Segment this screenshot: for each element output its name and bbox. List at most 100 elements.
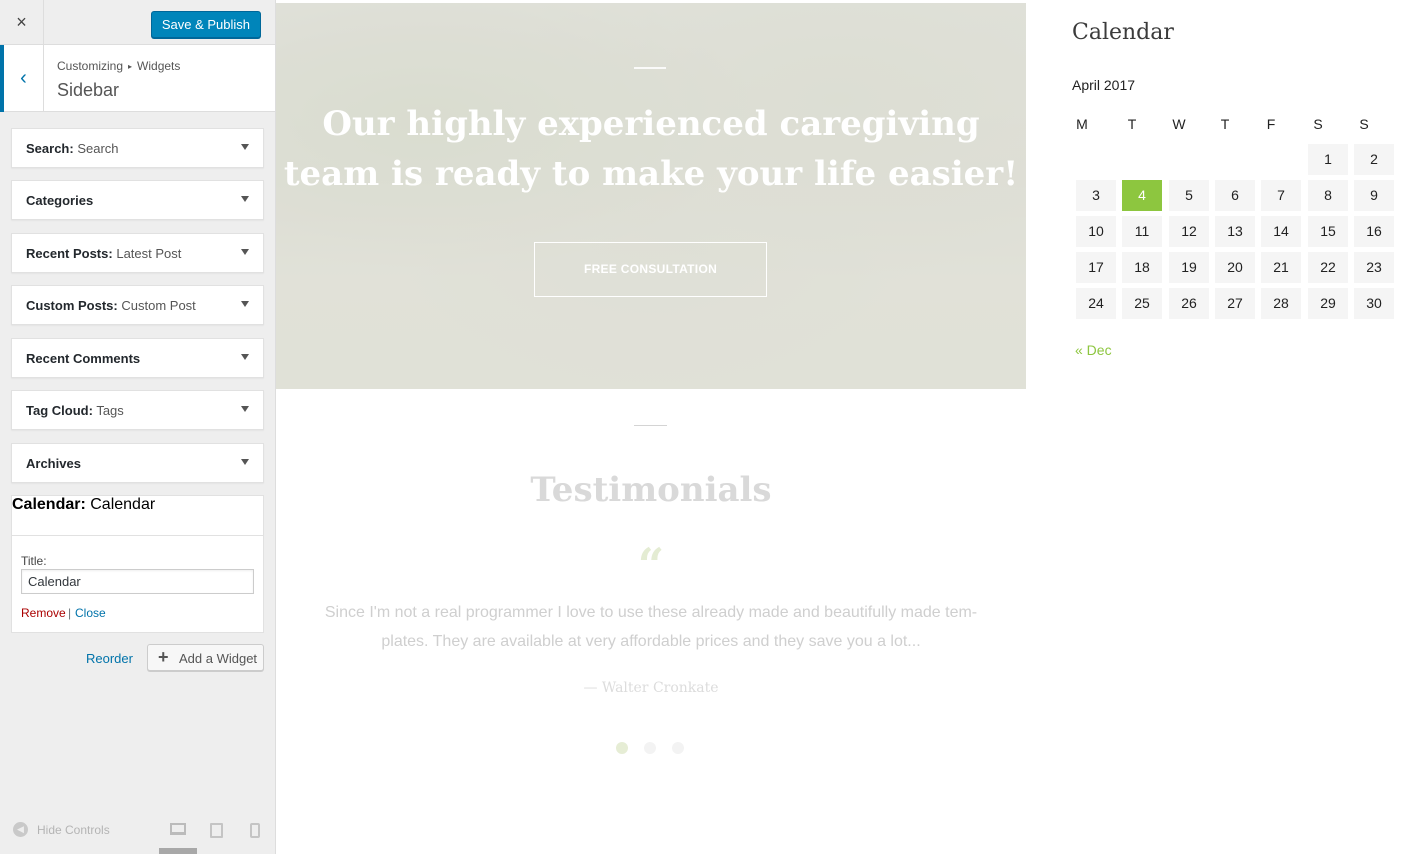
calendar-weekday: T xyxy=(1127,116,1137,132)
calendar-day: 26 xyxy=(1169,288,1209,319)
calendar-day: 9 xyxy=(1354,180,1394,211)
expand-arrow-icon[interactable] xyxy=(241,144,249,150)
breadcrumb-root: Customizing xyxy=(57,59,124,73)
calendar-day: 2 xyxy=(1354,144,1394,175)
widget-header[interactable]: Calendar: Calendar xyxy=(12,496,263,536)
hero-headline-line1: Our highly experienced caregiving xyxy=(322,104,980,144)
customizer-footer: ◀ Hide Controls xyxy=(0,810,275,854)
hero-headline: Our highly experienced caregiving team i… xyxy=(276,99,1026,199)
widget-item[interactable]: Tag Cloud: Tags xyxy=(11,390,264,430)
calendar-day: 18 xyxy=(1122,252,1162,283)
remove-link[interactable]: Remove xyxy=(21,606,66,620)
add-widget-label: Add a Widget xyxy=(179,651,258,666)
back-button[interactable]: ‹ xyxy=(0,45,44,112)
calendar-day: 6 xyxy=(1215,180,1255,211)
calendar-day: 17 xyxy=(1076,252,1116,283)
active-device-indicator xyxy=(159,848,197,854)
hero-divider xyxy=(634,67,666,69)
save-publish-button[interactable]: Save & Publish xyxy=(150,11,261,38)
calendar-day: 12 xyxy=(1169,216,1209,247)
hero-section: Our highly experienced caregiving team i… xyxy=(276,3,1026,389)
widget-item[interactable]: Recent Posts: Latest Post xyxy=(11,233,264,273)
desktop-preview-icon[interactable] xyxy=(170,823,186,835)
calendar-day: 7 xyxy=(1261,180,1301,211)
expand-arrow-icon[interactable] xyxy=(241,301,249,307)
breadcrumb-separator-icon: ▸ xyxy=(128,62,133,71)
expand-arrow-icon[interactable] xyxy=(241,249,249,255)
calendar-day: 14 xyxy=(1261,216,1301,247)
customizer-header: × Save & Publish xyxy=(0,0,275,45)
widget-subtitle: Custom Post xyxy=(121,298,196,313)
section-header: ‹ Customizing ▸ Widgets Sidebar xyxy=(0,45,275,112)
close-customizer-button[interactable]: × xyxy=(0,0,44,45)
testimonial-text: Since I'm not a real programmer I love t… xyxy=(296,598,1006,656)
calendar-day: 11 xyxy=(1122,216,1162,247)
free-consultation-button[interactable]: FREE CONSULTATION xyxy=(534,242,767,297)
calendar-day: 3 xyxy=(1076,180,1116,211)
widget-name: Custom Posts xyxy=(26,298,114,313)
quote-icon: “ xyxy=(637,538,665,592)
testimonials-title: Testimonials xyxy=(530,470,772,510)
calendar-month-caption: April 2017 xyxy=(1072,77,1136,93)
section-title: Sidebar xyxy=(57,80,120,100)
expand-arrow-icon[interactable] xyxy=(241,459,249,465)
collapse-sidebar-icon[interactable]: ◀ xyxy=(13,822,28,837)
calendar-weekday: W xyxy=(1172,116,1186,132)
widget-name: Categories xyxy=(26,193,94,208)
widget-subtitle: Tags xyxy=(96,403,124,418)
widget-name: Tag Cloud xyxy=(26,403,89,418)
hide-controls-button[interactable]: Hide Controls xyxy=(37,823,110,837)
slider-dot[interactable] xyxy=(672,742,684,754)
calendar-day: 8 xyxy=(1308,180,1348,211)
widget-title: Calendar: Calendar xyxy=(12,496,156,513)
widget-name: Archives xyxy=(26,456,81,471)
calendar-day: 13 xyxy=(1215,216,1255,247)
calendar-day: 30 xyxy=(1354,288,1394,319)
close-icon: × xyxy=(16,12,27,32)
title-input[interactable] xyxy=(21,569,254,594)
calendar-day: 25 xyxy=(1122,288,1162,319)
widget-calendar-expanded: Calendar: Calendar Title: Remove | Close xyxy=(11,495,264,633)
calendar-day: 27 xyxy=(1215,288,1255,319)
add-widget-button[interactable]: + Add a Widget xyxy=(147,644,264,671)
testimonial-line1: Since I'm not a real programmer I love t… xyxy=(324,604,978,621)
calendar-day: 24 xyxy=(1076,288,1116,319)
slider-dot[interactable] xyxy=(644,742,656,754)
calendar-day: 23 xyxy=(1354,252,1394,283)
expand-arrow-icon[interactable] xyxy=(241,354,249,360)
calendar-prev-link[interactable]: « Dec xyxy=(1075,342,1112,358)
calendar-weekday: S xyxy=(1359,116,1369,132)
widget-title: Custom Posts: Custom Post xyxy=(26,298,196,313)
calendar-day: 28 xyxy=(1261,288,1301,319)
calendar-weekday: F xyxy=(1266,116,1276,132)
widget-name: Recent Comments xyxy=(26,351,141,366)
widget-title: Archives xyxy=(26,456,81,471)
title-field-label: Title: xyxy=(21,554,47,568)
calendar-day: 1 xyxy=(1308,144,1348,175)
widget-title: Categories xyxy=(26,193,93,208)
widget-item[interactable]: Recent Comments xyxy=(11,338,264,378)
reorder-link[interactable]: Reorder xyxy=(86,651,133,666)
expand-arrow-icon[interactable] xyxy=(241,196,249,202)
widget-title: Recent Posts: Latest Post xyxy=(26,246,182,261)
breadcrumb: Customizing ▸ Widgets xyxy=(57,59,180,73)
close-link[interactable]: Close xyxy=(75,606,106,620)
widget-title: Tag Cloud: Tags xyxy=(26,403,124,418)
tablet-preview-icon[interactable] xyxy=(210,823,223,838)
plus-icon: + xyxy=(158,647,169,667)
slider-dot[interactable] xyxy=(616,742,628,754)
mobile-preview-icon[interactable] xyxy=(250,823,260,838)
customizer-panel: × Save & Publish ‹ Customizing ▸ Widgets S… xyxy=(0,0,276,854)
widget-item[interactable]: Custom Posts: Custom Post xyxy=(11,285,264,325)
hero-headline-line2: team is ready to make your life easier! xyxy=(283,154,1019,194)
widget-item[interactable]: Archives xyxy=(11,443,264,483)
expand-arrow-icon[interactable] xyxy=(241,406,249,412)
calendar-day: 16 xyxy=(1354,216,1394,247)
widget-item[interactable]: Categories xyxy=(11,180,264,220)
calendar-day: 15 xyxy=(1308,216,1348,247)
widget-item[interactable]: Search: Search xyxy=(11,128,264,168)
calendar-day: 22 xyxy=(1308,252,1348,283)
calendar-weekday: T xyxy=(1220,116,1230,132)
widget-title: Recent Comments xyxy=(26,351,140,366)
calendar-weekday: S xyxy=(1313,116,1323,132)
